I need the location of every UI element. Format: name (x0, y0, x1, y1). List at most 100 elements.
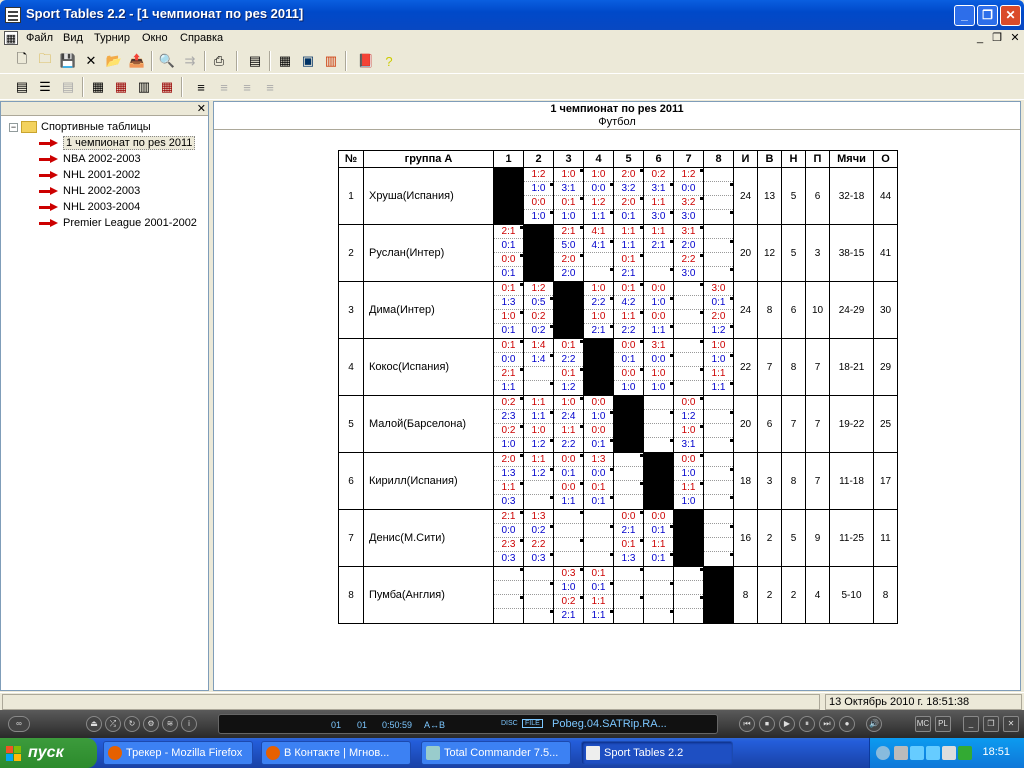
player-eq-icon[interactable]: ≋ (162, 716, 178, 732)
view-full-icon[interactable]: ▤ (11, 76, 33, 98)
start-button[interactable]: пуск (0, 738, 97, 768)
align-justify-icon[interactable]: ≡ (259, 76, 281, 98)
match-score: 3:1 (674, 225, 703, 239)
pl-button[interactable]: PL (935, 716, 951, 732)
task-vkontakte[interactable]: В Контакте | Мгнов... (261, 741, 411, 765)
delete-icon[interactable]: ✕ (80, 50, 102, 72)
find-icon[interactable]: 🔍 (156, 50, 178, 72)
tree-item-nhl2001[interactable]: NHL 2001-2002 (39, 167, 140, 183)
view-compact-icon[interactable]: ▤ (57, 76, 79, 98)
next-icon[interactable]: ⏭ (819, 716, 835, 732)
menu-help[interactable]: Справка (180, 32, 223, 44)
match-score (524, 567, 553, 581)
print-icon[interactable]: ⎙ (208, 50, 230, 72)
menu-tournament[interactable]: Турнир (94, 32, 130, 44)
tree-item-pes2011[interactable]: 1 чемпионат по pes 2011 (39, 135, 196, 151)
mdi-minimize-icon[interactable]: _ (973, 31, 987, 45)
match-score: 2:0 (704, 310, 733, 324)
player-restore-icon[interactable]: ❐ (983, 716, 999, 732)
window-titlebar[interactable]: Sport Tables 2.2 - [1 чемпионат по pes 2… (0, 0, 1024, 30)
security-icon[interactable] (958, 746, 972, 760)
table-rows-icon[interactable]: ▦ (156, 76, 178, 98)
match-score (644, 567, 673, 581)
table-columns-icon[interactable]: ▥ (133, 76, 155, 98)
match-score: 2:0 (554, 253, 583, 267)
pause-icon[interactable]: ⏸ (799, 716, 815, 732)
tree-item-premier-league[interactable]: Premier League 2001-2002 (39, 215, 197, 231)
match-score: 0:1 (584, 481, 613, 495)
match-score: 1:0 (674, 467, 703, 481)
record-icon[interactable]: ● (839, 716, 855, 732)
prev-icon[interactable]: ⏮ (739, 716, 755, 732)
close-button[interactable]: ✕ (1000, 5, 1021, 26)
book-icon[interactable]: 📕 (355, 50, 377, 72)
stop-icon[interactable]: ⏹ (759, 716, 775, 732)
align-center-icon[interactable]: ≡ (213, 76, 235, 98)
align-left-icon[interactable]: ≡ (190, 76, 212, 98)
player-minimize-icon[interactable]: _ (963, 716, 979, 732)
open-icon[interactable]: 📂 (103, 50, 125, 72)
match-score: 1:0 (584, 282, 613, 296)
calendar-icon[interactable]: ▣ (297, 50, 319, 72)
task-total-commander[interactable]: Total Commander 7.5... (421, 741, 571, 765)
player-eject-icon[interactable]: ⏏ (86, 716, 102, 732)
player-info-icon[interactable]: i (181, 716, 197, 732)
find-next-icon[interactable]: ⇉ (179, 50, 201, 72)
player-settings-icon[interactable]: ⚙ (143, 716, 159, 732)
align-right-icon[interactable]: ≡ (236, 76, 258, 98)
table-settings-icon[interactable]: ▤ (244, 50, 266, 72)
match-score: 1:4 (524, 353, 553, 367)
volume-tray-icon[interactable] (942, 746, 956, 760)
chart-icon[interactable]: ▥ (320, 50, 342, 72)
mc-button[interactable]: MC (915, 716, 931, 732)
menu-window[interactable]: Окно (142, 32, 168, 44)
mdi-restore-icon[interactable]: ❐ (990, 31, 1004, 45)
match-score (644, 438, 673, 452)
new-icon[interactable]: 🗋 (11, 50, 33, 72)
task-sport-tables[interactable]: Sport Tables 2.2 (581, 741, 733, 765)
match-score: 1:3 (584, 453, 613, 467)
keyboard-icon[interactable] (894, 746, 908, 760)
match-score (704, 239, 733, 253)
tray-expand-icon[interactable] (876, 746, 890, 760)
play-icon[interactable]: ▶ (779, 716, 795, 732)
player-shuffle-icon[interactable]: ⤮ (105, 716, 121, 732)
save-icon[interactable]: 💾 (57, 50, 79, 72)
network2-icon[interactable] (926, 746, 940, 760)
task-firefox-tracker[interactable]: Трекер - Mozilla Firefox (103, 741, 253, 765)
menu-file[interactable]: Файл (26, 32, 53, 44)
match-score: 0:3 (501, 553, 516, 564)
tree-item-nhl2003[interactable]: NHL 2003-2004 (39, 199, 140, 215)
match-score (614, 453, 643, 467)
match-score: 0:1 (554, 367, 583, 381)
menu-view[interactable]: Вид (63, 32, 83, 44)
table-grid-icon[interactable]: ▦ (87, 76, 109, 98)
goals: 11-18 (829, 452, 874, 510)
games-played: 20 (733, 224, 758, 282)
grid-icon[interactable]: ▦ (274, 50, 296, 72)
tree-root[interactable]: − Спортивные таблицы (9, 119, 151, 135)
tree-item-nhl2002[interactable]: NHL 2002-2003 (39, 183, 140, 199)
export-icon[interactable]: 📤 (126, 50, 148, 72)
help-icon[interactable]: ? (378, 50, 400, 72)
minimize-button[interactable]: _ (954, 5, 975, 26)
mdi-close-icon[interactable]: ✕ (1008, 31, 1022, 45)
close-panel-icon[interactable]: ✕ (197, 102, 206, 115)
match-score (674, 339, 703, 353)
maximize-button[interactable]: ❐ (977, 5, 998, 26)
new-folder-icon[interactable]: 🗀 (34, 50, 56, 72)
collapse-icon[interactable]: − (9, 122, 18, 132)
mdi-doc-icon[interactable]: ▦ (4, 31, 18, 45)
tree-item-nba2002[interactable]: NBA 2002-2003 (39, 151, 141, 167)
match-score: 0:0 (554, 453, 583, 467)
diagonal-cell (613, 395, 644, 453)
player-ab-repeat[interactable]: A↔B (424, 720, 445, 730)
player-repeat-icon[interactable]: ↻ (124, 716, 140, 732)
volume-icon[interactable]: 🔊 (866, 716, 882, 732)
match-cell (703, 452, 734, 510)
wins: 12 (757, 224, 782, 282)
view-list-icon[interactable]: ☰ (34, 76, 56, 98)
player-close-icon[interactable]: ✕ (1003, 716, 1019, 732)
network-icon[interactable] (910, 746, 924, 760)
table-color-icon[interactable]: ▦ (110, 76, 132, 98)
